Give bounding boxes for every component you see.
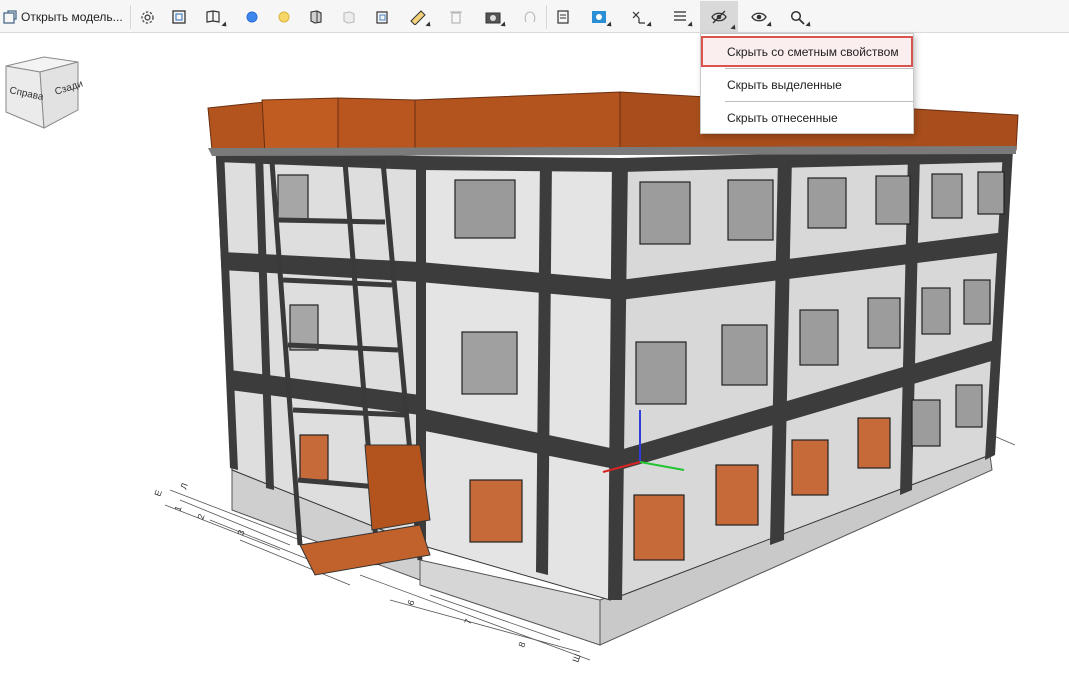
copy-model-button[interactable] [304,4,328,30]
fit-view-button[interactable] [167,4,191,30]
section-box-button[interactable] [199,4,229,30]
document-icon [557,10,569,24]
dropdown-caret-icon [730,24,738,32]
copy-model-icon [310,10,322,24]
clipboard-icon [376,11,388,24]
menu-item-hide-by-estimate-property[interactable]: Скрыть со сметным свойством [701,36,913,67]
grid-label: Ш [570,653,582,664]
search-icon [790,10,805,25]
main-toolbar: Открыть модель... [0,0,1069,33]
settings-panel-button[interactable] [584,4,614,30]
trash-icon [450,11,462,24]
link-model-icon [343,11,355,24]
blue-circle-button[interactable] [241,4,263,30]
hide-eye-icon [711,10,727,24]
delete-button[interactable] [445,4,467,30]
open-model-button[interactable]: Открыть модель... [2,4,126,30]
menu-item-label: Скрыть отнесенные [727,110,838,125]
fit-view-icon [172,10,186,24]
yellow-circle-icon [278,11,290,23]
open-model-label: Открыть модель... [21,10,123,24]
settings-button[interactable] [135,4,159,30]
menu-item-hide-selected[interactable]: Скрыть выделенные [701,69,913,100]
snapshot-button[interactable] [478,4,508,30]
ruler-button[interactable] [403,4,433,30]
menu-item-label: Скрыть со сметным свойством [727,44,899,59]
link-model-button[interactable] [337,4,361,30]
open-model-icon [3,10,17,24]
grid-label: 3 [235,529,246,537]
hide-elements-button[interactable] [700,1,738,33]
grid-label: 8 [516,641,527,649]
grid-label: 1 [172,505,183,513]
list-icon [674,11,686,21]
xyz-axis-icon [632,11,645,24]
blue-circle-icon [246,11,258,23]
fingerprint-button[interactable] [519,4,541,30]
yellow-circle-button[interactable] [273,4,295,30]
hide-dropdown-menu: Скрыть со сметным свойством Скрыть выдел… [700,33,914,134]
stair-landing-upper [364,444,431,531]
camera-icon [485,12,501,24]
grid-label: 2 [195,513,206,521]
list-button[interactable] [665,4,695,30]
menu-item-hide-assigned[interactable]: Скрыть отнесенные [701,102,913,133]
toolbar-separator [130,5,131,29]
grid-label: Е [152,489,163,498]
view-cube[interactable]: Справа Сзади [5,56,84,129]
clipboard-button[interactable] [370,4,394,30]
toolbar-separator [546,5,547,29]
show-elements-button[interactable] [744,4,774,30]
grid-label: 6 [405,599,416,607]
search-button[interactable] [783,4,813,30]
ruler-icon [410,10,426,25]
grid-label: Л [178,482,189,491]
axis-button[interactable] [624,4,654,30]
gear-icon [140,10,154,24]
fingerprint-icon [524,11,536,23]
grid-label: 7 [462,618,473,626]
menu-item-label: Скрыть выделенные [727,77,842,92]
document-button[interactable] [551,4,575,30]
section-box-icon [206,10,220,23]
settings-panel-icon [592,11,606,23]
eye-icon [751,12,767,22]
